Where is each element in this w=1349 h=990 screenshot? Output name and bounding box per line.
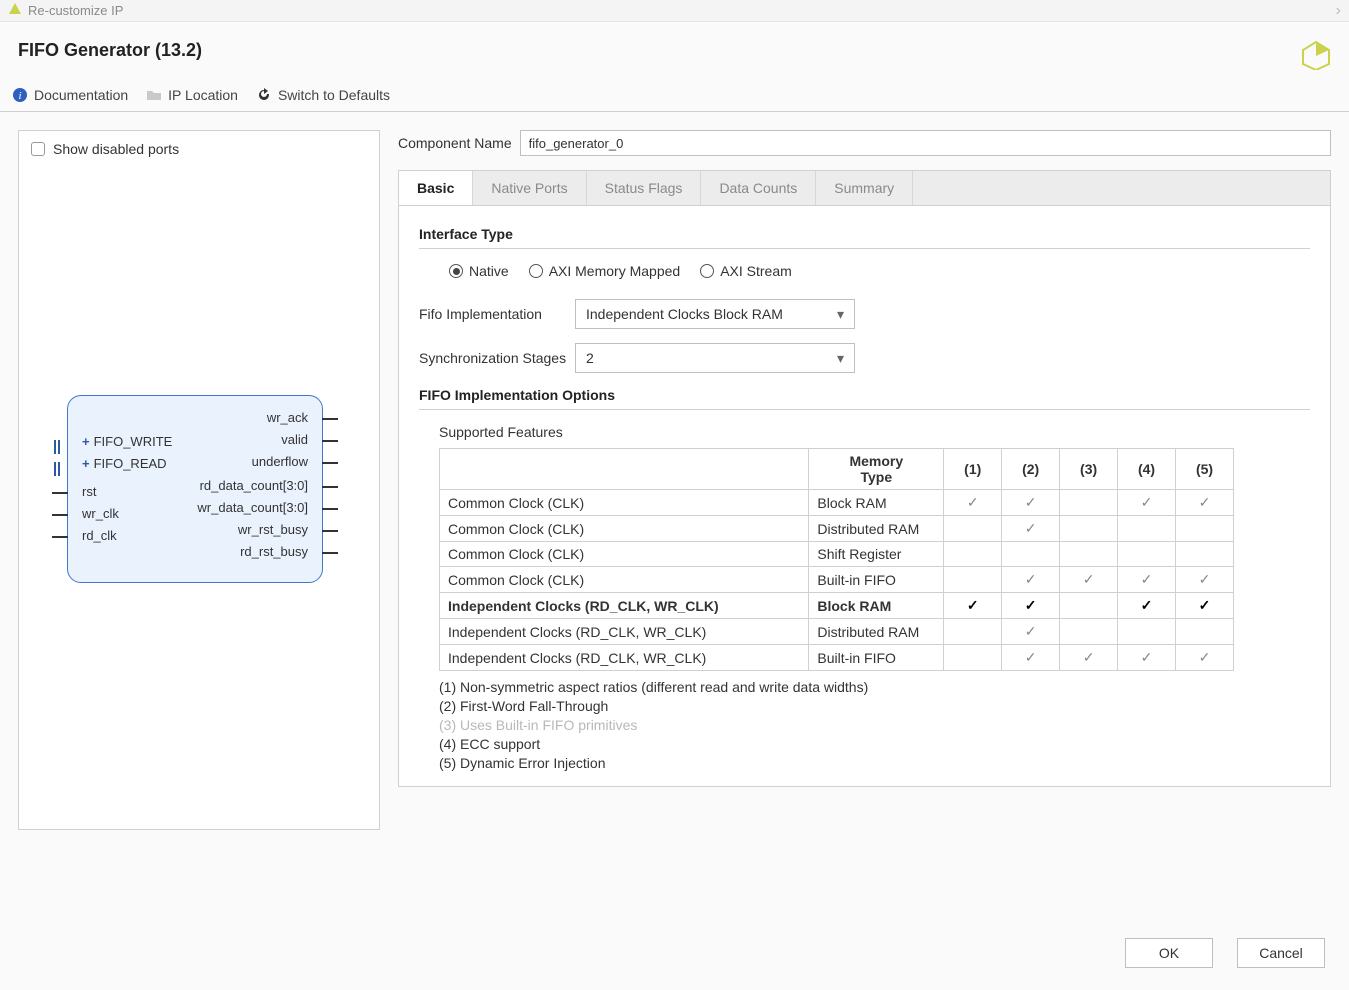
- port-rd-clk: rd_clk: [82, 528, 117, 543]
- supported-features-table: Memory Type (1) (2) (3) (4) (5) Common C…: [439, 448, 1234, 671]
- col-5: (5): [1176, 449, 1234, 490]
- radio-icon: [529, 264, 543, 278]
- port-valid: valid: [281, 432, 308, 447]
- table-row: Independent Clocks (RD_CLK, WR_CLK)Block…: [440, 593, 1234, 619]
- component-name-input[interactable]: [520, 130, 1331, 156]
- table-row: Common Clock (CLK)Built-in FIFO✓✓✓✓: [440, 567, 1234, 593]
- port-wr-clk: wr_clk: [82, 506, 119, 521]
- tab-summary[interactable]: Summary: [816, 171, 913, 205]
- radio-icon: [700, 264, 714, 278]
- show-disabled-ports-label: Show disabled ports: [53, 141, 179, 157]
- radio-icon: [449, 264, 463, 278]
- port-wr-data-count: wr_data_count[3:0]: [197, 500, 308, 515]
- fifo-options-heading: FIFO Implementation Options: [419, 387, 1310, 403]
- checkbox-icon: [31, 142, 45, 156]
- radio-axi-mm-label: AXI Memory Mapped: [549, 263, 681, 279]
- ok-button[interactable]: OK: [1125, 938, 1213, 968]
- col-4: (4): [1118, 449, 1176, 490]
- overflow-chevron-icon[interactable]: ›: [1336, 2, 1341, 20]
- fifo-implementation-label: Fifo Implementation: [419, 306, 575, 322]
- tab-data-counts[interactable]: Data Counts: [701, 171, 816, 205]
- show-disabled-ports-checkbox[interactable]: Show disabled ports: [31, 141, 367, 157]
- port-fifo-read: +FIFO_READ: [82, 456, 167, 471]
- interface-type-heading: Interface Type: [419, 226, 1310, 242]
- col-2: (2): [1002, 449, 1060, 490]
- tab-native-ports[interactable]: Native Ports: [473, 171, 586, 205]
- col-1: (1): [944, 449, 1002, 490]
- port-underflow: underflow: [252, 454, 308, 469]
- port-rd-rst-busy: rd_rst_busy: [240, 544, 308, 559]
- component-name-label: Component Name: [398, 135, 512, 151]
- tab-basic[interactable]: Basic: [399, 170, 473, 205]
- page-title: FIFO Generator (13.2): [18, 40, 202, 61]
- sync-stages-label: Synchronization Stages: [419, 350, 575, 366]
- svg-text:i: i: [18, 90, 21, 102]
- sync-stages-select[interactable]: 2 ▾: [575, 343, 855, 373]
- port-rst: rst: [82, 484, 96, 499]
- titlebar: Re-customize IP ›: [0, 0, 1349, 22]
- legend-5: (5) Dynamic Error Injection: [439, 755, 1310, 771]
- legend-2: (2) First-Word Fall-Through: [439, 698, 1310, 714]
- folder-icon: [146, 87, 162, 103]
- radio-axi-stream-label: AXI Stream: [720, 263, 792, 279]
- table-row: Common Clock (CLK)Shift Register: [440, 542, 1234, 567]
- supported-features-label: Supported Features: [439, 424, 1310, 440]
- fifo-implementation-value: Independent Clocks Block RAM: [586, 306, 783, 322]
- table-row: Independent Clocks (RD_CLK, WR_CLK)Distr…: [440, 619, 1234, 645]
- tab-status-flags[interactable]: Status Flags: [587, 171, 702, 205]
- table-row: Common Clock (CLK)Block RAM✓✓✓✓: [440, 490, 1234, 516]
- cancel-button[interactable]: Cancel: [1237, 938, 1325, 968]
- radio-axi-mm[interactable]: AXI Memory Mapped: [529, 263, 681, 279]
- legend-1: (1) Non-symmetric aspect ratios (differe…: [439, 679, 1310, 695]
- chevron-down-icon: ▾: [837, 306, 844, 323]
- app-logo-icon: [8, 2, 22, 19]
- radio-axi-stream[interactable]: AXI Stream: [700, 263, 792, 279]
- ip-block-diagram: +FIFO_WRITE +FIFO_READ rst wr_clk rd_clk…: [67, 395, 331, 583]
- col-3: (3): [1060, 449, 1118, 490]
- legend-4: (4) ECC support: [439, 736, 1310, 752]
- tab-bar: Basic Native Ports Status Flags Data Cou…: [398, 170, 1331, 206]
- info-icon: i: [12, 87, 28, 103]
- port-fifo-write: +FIFO_WRITE: [82, 434, 172, 449]
- legend-3: (3) Uses Built-in FIFO primitives: [439, 717, 1310, 733]
- port-rd-data-count: rd_data_count[3:0]: [200, 478, 308, 493]
- documentation-link[interactable]: i Documentation: [12, 87, 128, 103]
- ip-location-label: IP Location: [168, 87, 238, 103]
- table-row: Common Clock (CLK)Distributed RAM✓: [440, 516, 1234, 542]
- switch-defaults-label: Switch to Defaults: [278, 87, 390, 103]
- switch-to-defaults-link[interactable]: Switch to Defaults: [256, 87, 390, 103]
- vendor-logo-icon: [1301, 40, 1331, 73]
- fifo-implementation-select[interactable]: Independent Clocks Block RAM ▾: [575, 299, 855, 329]
- documentation-label: Documentation: [34, 87, 128, 103]
- radio-native-label: Native: [469, 263, 509, 279]
- port-wr-ack: wr_ack: [267, 410, 308, 425]
- window-title: Re-customize IP: [28, 3, 123, 18]
- radio-native[interactable]: Native: [449, 263, 509, 279]
- col-memory-type: Memory Type: [809, 449, 944, 490]
- sync-stages-value: 2: [586, 350, 594, 366]
- col-clocking: [440, 449, 809, 490]
- port-wr-rst-busy: wr_rst_busy: [238, 522, 308, 537]
- table-row: Independent Clocks (RD_CLK, WR_CLK)Built…: [440, 645, 1234, 671]
- refresh-icon: [256, 87, 272, 103]
- ip-location-link[interactable]: IP Location: [146, 87, 238, 103]
- chevron-down-icon: ▾: [837, 350, 844, 367]
- preview-panel: Show disabled ports: [18, 130, 380, 830]
